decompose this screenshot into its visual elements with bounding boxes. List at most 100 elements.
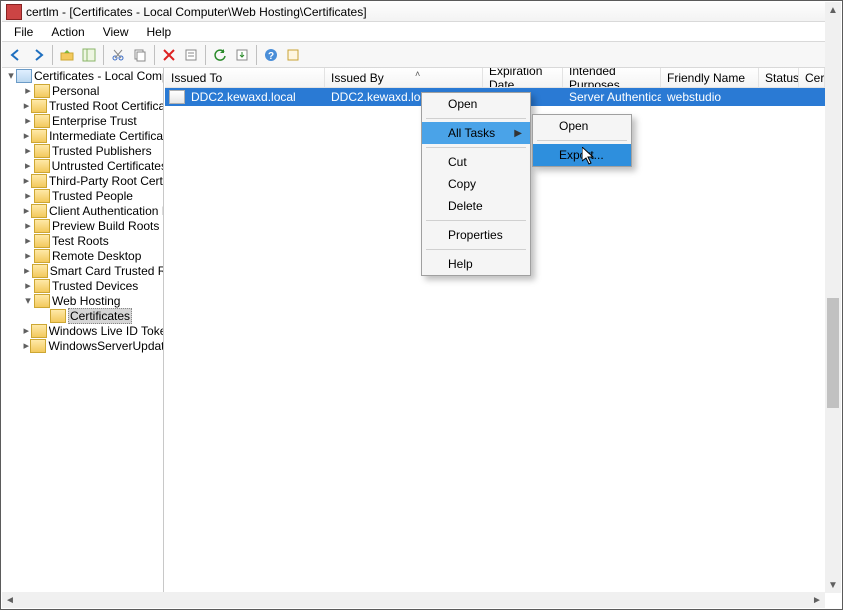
- tree-folder[interactable]: ▸Intermediate Certification Au: [2, 128, 163, 143]
- scroll-up-icon[interactable]: ▲: [825, 2, 841, 18]
- tree-folder[interactable]: ▸Windows Live ID Token Issuer: [2, 323, 163, 338]
- expand-icon[interactable]: ▸: [22, 339, 30, 352]
- scroll-thumb[interactable]: [827, 298, 839, 408]
- tree-folder-label: Trusted Publishers: [52, 144, 152, 158]
- scroll-left-icon[interactable]: ◄: [2, 592, 18, 608]
- cell-friendly: webstudio: [661, 90, 759, 104]
- tree-folder[interactable]: ▸Trusted Root Certification Au: [2, 98, 163, 113]
- toolbar-separator: [154, 45, 155, 65]
- expand-icon[interactable]: ▸: [22, 219, 34, 232]
- ctx-all-tasks[interactable]: All Tasks ▶: [422, 122, 530, 144]
- refresh-button[interactable]: [210, 45, 230, 65]
- tree-folder[interactable]: ▸Untrusted Certificates: [2, 158, 163, 173]
- menu-action[interactable]: Action: [43, 23, 92, 41]
- tree-folder[interactable]: ▸ Trusted Publishers: [2, 143, 163, 158]
- tree-folder[interactable]: ▸ Enterprise Trust: [2, 113, 163, 128]
- tree-folder-label: Client Authentication Issuers: [49, 204, 163, 218]
- list-pane[interactable]: ˄ Issued To Issued By Expiration Date In…: [165, 68, 825, 592]
- toolbar-extra-button[interactable]: [283, 45, 303, 65]
- scroll-track[interactable]: [825, 18, 841, 577]
- delete-button[interactable]: [159, 45, 179, 65]
- expand-icon[interactable]: ▸: [22, 114, 34, 127]
- ctx-sub-export[interactable]: Export...: [533, 144, 631, 166]
- tree-folder-label: Enterprise Trust: [52, 114, 137, 128]
- tree-folder[interactable]: ▸Remote Desktop: [2, 248, 163, 263]
- expand-icon[interactable]: ▸: [22, 279, 34, 292]
- tree-folder[interactable]: ▸Trusted People: [2, 188, 163, 203]
- cell-issued-to: DDC2.kewaxd.local: [185, 90, 325, 104]
- tree-folder[interactable]: ▸Smart Card Trusted Roots: [2, 263, 163, 278]
- sort-indicator-icon: ˄: [415, 69, 420, 79]
- folder-icon: [31, 129, 47, 143]
- ctx-delete[interactable]: Delete: [422, 195, 530, 217]
- scroll-down-icon[interactable]: ▼: [825, 577, 841, 593]
- col-status[interactable]: Status: [759, 68, 799, 87]
- expand-icon[interactable]: ▸: [22, 84, 34, 97]
- toolbar: ?: [2, 42, 825, 68]
- horizontal-scrollbar[interactable]: ◄ ►: [2, 592, 825, 608]
- up-folder-button[interactable]: [57, 45, 77, 65]
- tree-folder[interactable]: ▸WindowsServerUpdateService: [2, 338, 163, 353]
- tree-folder[interactable]: ▸Preview Build Roots: [2, 218, 163, 233]
- folder-icon: [31, 324, 47, 338]
- scroll-right-icon[interactable]: ►: [809, 592, 825, 608]
- tree-folder-label: Third-Party Root Certification: [49, 174, 163, 188]
- tree-pane[interactable]: ▾ Certificates - Local Computer ▸Persona…: [2, 68, 164, 592]
- expand-icon[interactable]: ▸: [22, 99, 31, 112]
- ctx-help[interactable]: Help: [422, 253, 530, 275]
- outer-vertical-scrollbar[interactable]: ▲ ▼: [825, 2, 841, 593]
- back-button[interactable]: [6, 45, 26, 65]
- col-issued-to[interactable]: Issued To: [165, 68, 325, 87]
- collapse-icon[interactable]: ▾: [6, 69, 16, 82]
- col-purposes[interactable]: Intended Purposes: [563, 68, 661, 87]
- tree-folder[interactable]: ▸Personal: [2, 83, 163, 98]
- tree-folder[interactable]: ▸ Third-Party Root Certification: [2, 173, 163, 188]
- ctx-open[interactable]: Open: [422, 93, 530, 115]
- ctx-cut[interactable]: Cut: [422, 151, 530, 173]
- menu-file[interactable]: File: [6, 23, 41, 41]
- folder-icon: [32, 264, 48, 278]
- col-friendly[interactable]: Friendly Name: [661, 68, 759, 87]
- expand-icon[interactable]: ▸: [22, 129, 31, 142]
- expand-icon[interactable]: ▸: [22, 144, 34, 157]
- ctx-sub-open[interactable]: Open: [533, 115, 631, 137]
- menu-help[interactable]: Help: [139, 23, 180, 41]
- show-hide-tree-button[interactable]: [79, 45, 99, 65]
- ctx-properties[interactable]: Properties: [422, 224, 530, 246]
- expand-icon[interactable]: ▸: [22, 249, 34, 262]
- list-header: ˄ Issued To Issued By Expiration Date In…: [165, 68, 825, 88]
- expand-icon[interactable]: ▸: [22, 204, 31, 217]
- tree-root[interactable]: ▾ Certificates - Local Computer: [2, 68, 163, 83]
- col-cert-template[interactable]: Certi: [799, 68, 825, 87]
- folder-icon: [34, 84, 50, 98]
- ctx-separator: [426, 118, 526, 119]
- tree-folder[interactable]: ▸ Test Roots: [2, 233, 163, 248]
- workspace: ▾ Certificates - Local Computer ▸Persona…: [2, 68, 825, 592]
- window-content: certlm - [Certificates - Local Computer\…: [2, 2, 825, 608]
- tree-folder[interactable]: ▸ Client Authentication Issuers: [2, 203, 163, 218]
- folder-icon: [34, 234, 50, 248]
- expand-icon[interactable]: ▸: [22, 159, 34, 172]
- expand-icon[interactable]: ▸: [22, 324, 31, 337]
- tree-certificates-node[interactable]: Certificates: [2, 308, 163, 323]
- cut-button[interactable]: [108, 45, 128, 65]
- expand-icon[interactable]: ▸: [22, 264, 32, 277]
- help-button[interactable]: ?: [261, 45, 281, 65]
- tree-folder[interactable]: ▸Trusted Devices: [2, 278, 163, 293]
- properties-button[interactable]: [181, 45, 201, 65]
- tree-certificates-label: Certificates: [68, 308, 132, 324]
- tree-folder-label: Test Roots: [52, 234, 109, 248]
- expand-icon[interactable]: ▸: [22, 234, 34, 247]
- svg-text:?: ?: [268, 51, 274, 62]
- export-list-button[interactable]: [232, 45, 252, 65]
- col-issued-by[interactable]: Issued By: [325, 68, 483, 87]
- expand-icon[interactable]: ▸: [22, 189, 34, 202]
- col-expiration[interactable]: Expiration Date: [483, 68, 563, 87]
- menu-view[interactable]: View: [95, 23, 137, 41]
- collapse-icon[interactable]: ▾: [22, 294, 34, 307]
- tree-folder[interactable]: ▾Web Hosting: [2, 293, 163, 308]
- forward-button[interactable]: [28, 45, 48, 65]
- ctx-copy[interactable]: Copy: [422, 173, 530, 195]
- expand-icon[interactable]: ▸: [22, 174, 31, 187]
- copy-button[interactable]: [130, 45, 150, 65]
